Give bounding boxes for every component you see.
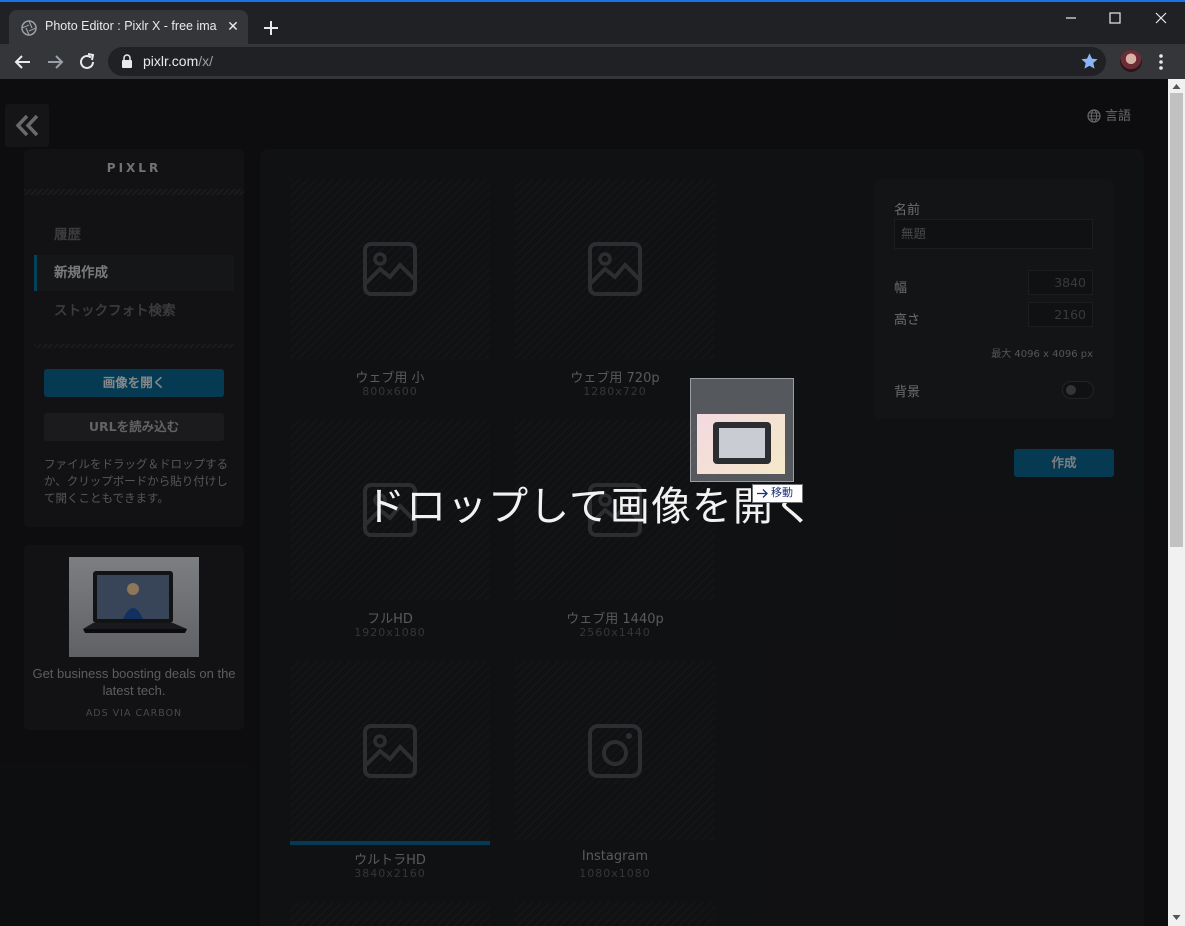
preset-size: 3840x2160 <box>354 867 426 880</box>
preset-thumbnail[interactable] <box>290 902 490 926</box>
preset-label: ウェブ用 小 <box>355 371 425 386</box>
ad-laptop-image[interactable] <box>69 557 199 657</box>
divider <box>34 344 234 348</box>
maximize-icon[interactable] <box>1092 6 1138 30</box>
tab-close-icon[interactable]: ✕ <box>225 19 241 35</box>
move-tooltip: 移動 <box>752 484 803 503</box>
image-icon <box>588 483 642 537</box>
browser-tab-strip: Photo Editor : Pixlr X - free image edit… <box>0 0 1185 46</box>
preset-label: ウルトラHD <box>354 853 426 868</box>
lock-icon <box>122 54 132 68</box>
load-url-button[interactable]: URLを読み込む <box>44 413 224 441</box>
preset-label: ウェブ用 1440p <box>566 612 664 627</box>
name-label: 名前 <box>894 203 921 218</box>
preset-ultra-hd[interactable]: ウルトラHD 3840x2160 <box>290 661 490 893</box>
width-label: 幅 <box>894 281 908 296</box>
tab-title: Photo Editor : Pixlr X - free image edit… <box>45 19 217 33</box>
preset-thumbnail[interactable] <box>515 902 715 926</box>
preset-label: ウェブ用 720p <box>570 371 660 386</box>
pixlr-page: 言語 PIXLR 履歴 新規作成 ストックフォト検索 画像を開く URLを読み込… <box>0 79 1168 926</box>
toggle-knob <box>1066 385 1076 395</box>
window-close-icon[interactable] <box>1138 6 1184 30</box>
forward-arrow-icon[interactable] <box>42 49 68 75</box>
create-button[interactable]: 作成 <box>1014 449 1114 477</box>
background-toggle[interactable] <box>1062 381 1094 399</box>
preset-size: 1920x1080 <box>354 626 426 639</box>
dragged-file-preview <box>690 378 794 482</box>
image-icon <box>588 242 642 296</box>
scroll-up-arrow-icon[interactable] <box>1172 82 1181 91</box>
brand-logo: PIXLR <box>106 161 162 175</box>
settings-panel: 名前 幅 3840 高さ 2160 最大 4096 x 4096 px 背景 <box>874 179 1114 419</box>
preset-size: 1080x1080 <box>579 867 651 880</box>
url-host: pixlr.com <box>143 53 199 69</box>
divider <box>24 189 244 195</box>
dragged-image-thumbnail <box>697 414 785 474</box>
address-bar[interactable]: pixlr.com/x/ <box>108 47 1106 76</box>
preset-full-hd[interactable]: フルHD 1920x1080 <box>290 420 490 652</box>
minimize-icon[interactable] <box>1048 6 1094 30</box>
preset-thumbnail <box>290 179 490 359</box>
arrow-right-icon <box>757 489 768 498</box>
globe-icon <box>1087 109 1101 123</box>
language-label: 言語 <box>1105 109 1132 124</box>
preset-label: Instagram <box>581 849 649 864</box>
instagram-icon <box>588 724 642 778</box>
preset-thumbnail <box>290 420 490 600</box>
sidebar-item-history[interactable]: 履歴 <box>34 217 234 253</box>
sidebar-item-new[interactable]: 新規作成 <box>34 255 234 291</box>
tablet-illustration <box>713 422 771 464</box>
image-icon <box>363 242 417 296</box>
ad-via-label[interactable]: ADS VIA CARBON <box>24 708 244 719</box>
browser-toolbar: pixlr.com/x/ <box>0 44 1185 79</box>
height-input[interactable]: 2160 <box>1028 302 1093 327</box>
carbon-ad[interactable]: Get business boosting deals on the lates… <box>24 545 244 730</box>
browser-menu-icon[interactable] <box>1155 52 1167 72</box>
image-icon <box>363 724 417 778</box>
new-image-panel: ウェブ用 小 800x600 ウェブ用 720p 1280x720 フルHD 1… <box>260 149 1144 926</box>
preset-thumbnail <box>290 661 490 841</box>
scrollbar-thumb[interactable] <box>1170 93 1183 547</box>
preset-size: 1280x720 <box>583 385 647 398</box>
scroll-down-arrow-icon[interactable] <box>1172 913 1181 922</box>
reload-icon[interactable] <box>74 49 100 75</box>
name-input[interactable] <box>894 219 1093 249</box>
background-label: 背景 <box>894 385 921 400</box>
preset-web-1440p[interactable]: ウェブ用 1440p 2560x1440 <box>515 420 715 652</box>
url-path: /x/ <box>198 53 214 69</box>
bookmark-star-icon[interactable] <box>1080 52 1099 71</box>
double-chevron-left-icon <box>15 114 39 137</box>
open-image-button[interactable]: 画像を開く <box>44 369 224 397</box>
tablet-screen <box>719 428 765 458</box>
preset-thumbnail <box>515 179 715 359</box>
max-size-note: 最大 4096 x 4096 px <box>991 349 1093 360</box>
image-icon <box>363 483 417 537</box>
back-arrow-icon[interactable] <box>10 49 36 75</box>
laptop-illustration <box>83 571 187 633</box>
collapse-sidebar-button[interactable] <box>5 104 49 147</box>
page-scrollbar[interactable] <box>1168 79 1185 926</box>
selected-indicator <box>290 841 490 845</box>
new-tab-icon[interactable] <box>260 17 282 39</box>
browser-tab[interactable]: Photo Editor : Pixlr X - free image edit… <box>9 10 248 46</box>
profile-avatar[interactable] <box>1120 50 1142 72</box>
preset-thumbnail <box>515 420 715 600</box>
preset-size: 800x600 <box>362 385 418 398</box>
sidebar: PIXLR 履歴 新規作成 ストックフォト検索 画像を開く URLを読み込む フ… <box>24 149 244 527</box>
preset-size: 2560x1440 <box>579 626 651 639</box>
url-text: pixlr.com/x/ <box>143 53 213 69</box>
preset-thumbnail <box>515 661 715 841</box>
width-input[interactable]: 3840 <box>1028 270 1093 295</box>
preset-instagram[interactable]: Instagram 1080x1080 <box>515 661 715 893</box>
preset-label: フルHD <box>367 612 413 627</box>
height-label: 高さ <box>894 313 921 328</box>
language-selector[interactable]: 言語 <box>1087 105 1131 124</box>
preset-web-small[interactable]: ウェブ用 小 800x600 <box>290 179 490 411</box>
ad-text[interactable]: Get business boosting deals on the lates… <box>24 665 244 699</box>
pixlr-favicon-icon <box>21 20 37 36</box>
sidebar-item-stock-photos[interactable]: ストックフォト検索 <box>34 293 234 329</box>
drag-drop-note: ファイルをドラッグ＆ドロップするか、クリップボードから貼り付けして開くこともでき… <box>44 457 228 505</box>
preset-web-720p[interactable]: ウェブ用 720p 1280x720 <box>515 179 715 411</box>
move-tooltip-label: 移動 <box>771 487 793 499</box>
